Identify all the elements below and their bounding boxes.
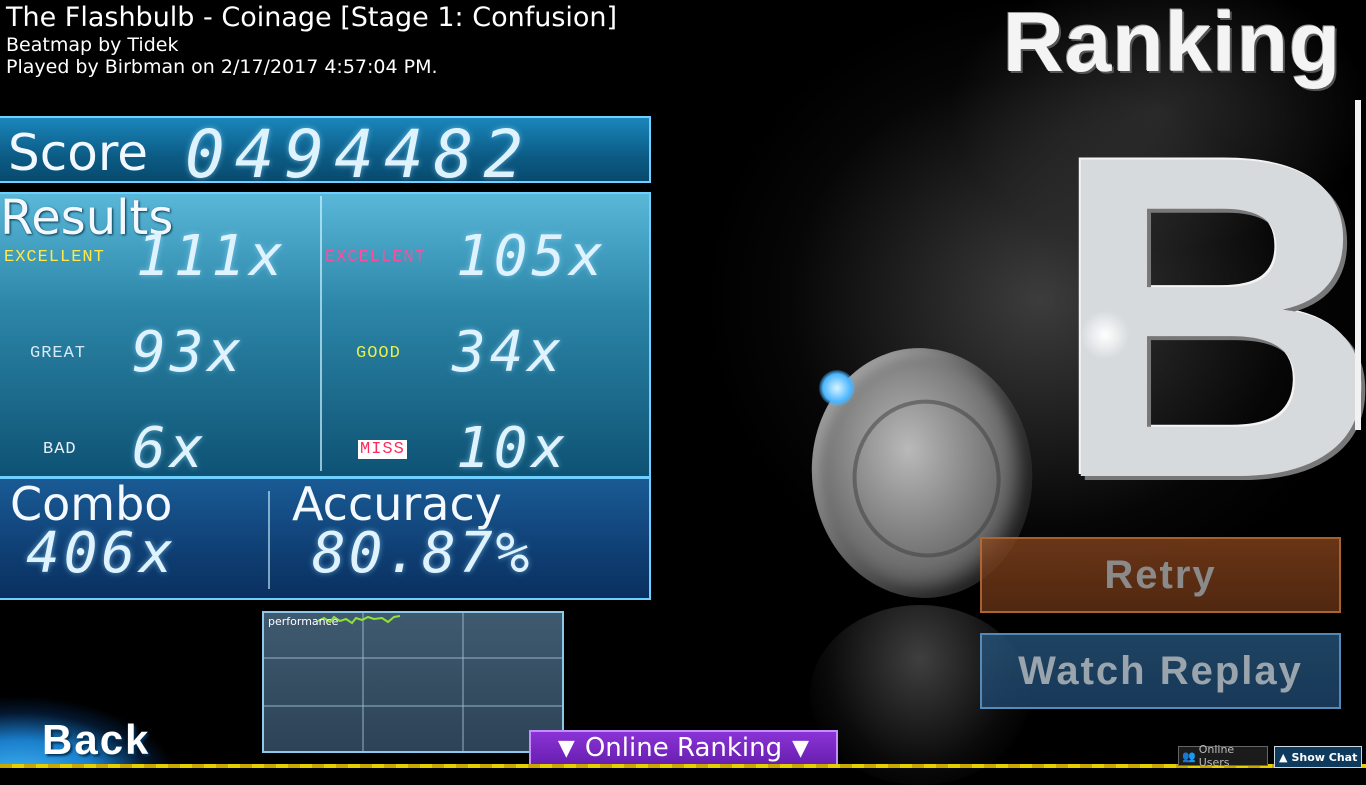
score-label: Score <box>8 124 149 182</box>
retry-button[interactable]: Retry <box>980 537 1341 613</box>
hit-count-good: 34x <box>452 320 566 385</box>
hit-count-miss: 10x <box>456 416 570 481</box>
results-panel: Results EXCELLENT 111x GREAT 93x BAD 6x … <box>0 190 651 481</box>
triangle-down-icon: ▼ <box>557 735 575 761</box>
bottom-strip <box>0 764 1366 768</box>
triangle-down-icon: ▼ <box>792 735 810 761</box>
show-chat-button[interactable]: ▲ Show Chat <box>1274 746 1362 768</box>
hit-count-bad: 6x <box>132 416 208 481</box>
hit-count-excellent-right: 105x <box>456 224 607 289</box>
show-chat-label: Show Chat <box>1291 750 1358 764</box>
back-button-label[interactable]: Back <box>42 716 150 764</box>
hit-count-excellent-left: 111x <box>136 224 287 289</box>
combo-divider <box>268 491 270 589</box>
scrollbar[interactable] <box>1355 100 1361 430</box>
graph-label: performance <box>268 615 339 628</box>
online-ranking-button[interactable]: ▼ Online Ranking ▼ <box>529 730 838 766</box>
sparkle-icon <box>1070 300 1140 370</box>
accuracy-value: 80.87% <box>312 521 533 586</box>
hit-label-great: GREAT <box>30 344 87 363</box>
hit-label-excellent-right: EXCELLENT <box>325 248 426 267</box>
hit-label-miss: MISS <box>358 440 407 459</box>
watch-replay-button[interactable]: Watch Replay <box>980 633 1341 709</box>
hit-label-good: GOOD <box>356 344 401 363</box>
chevron-up-icon: ▲ <box>1279 750 1288 764</box>
hit-count-great: 93x <box>132 320 246 385</box>
score-panel: Score 0494482 <box>0 116 651 193</box>
combo-value: 406x <box>26 521 177 586</box>
users-icon: 👥 <box>1182 749 1196 763</box>
beatmap-creator: Beatmap by Tidek <box>6 34 179 56</box>
online-users-label: Online Users <box>1198 743 1235 769</box>
online-ranking-label: Online Ranking <box>584 733 783 763</box>
played-by-info: Played by Birbman on 2/17/2017 4:57:04 P… <box>6 56 438 78</box>
hit-label-bad: BAD <box>43 440 77 459</box>
cursor-dot <box>819 370 855 406</box>
performance-graph: performance <box>262 611 564 753</box>
hit-label-excellent-left: EXCELLENT <box>4 248 105 267</box>
score-value: 0494482 <box>185 116 534 193</box>
performance-line <box>317 615 401 625</box>
results-divider <box>320 196 322 471</box>
song-title: The Flashbulb - Coinage [Stage 1: Confus… <box>6 2 618 33</box>
combo-accuracy-panel: Combo 406x Accuracy 80.87% <box>0 477 651 600</box>
online-users-button[interactable]: 👥 Online Users <box>1178 743 1268 769</box>
